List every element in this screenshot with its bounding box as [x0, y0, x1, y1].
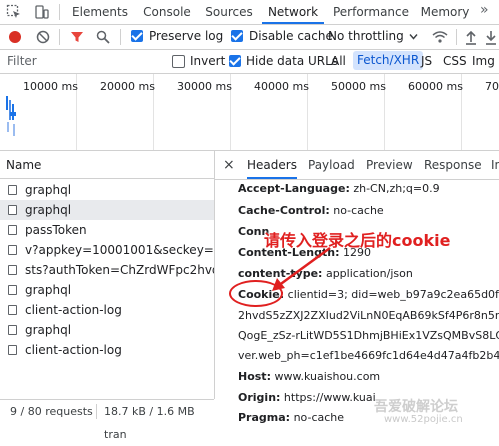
divider [59, 29, 60, 45]
filter-input[interactable]: Filter [7, 54, 37, 68]
file-icon [8, 265, 17, 275]
header-row: Accept-Language: zh-CN,zh;q=0.9 [238, 182, 440, 195]
filter-type-all[interactable]: All [331, 54, 346, 68]
request-name: graphql [25, 203, 72, 217]
filter-type-js[interactable]: JS [421, 54, 432, 68]
file-icon [8, 225, 17, 235]
invert-label[interactable]: Invert [190, 54, 225, 68]
header-row: Origin: https://www.kuai [238, 391, 376, 404]
request-row[interactable]: v?appkey=10001001&seckey=f2ff... [0, 240, 214, 260]
filter-type-img[interactable]: Img [472, 54, 495, 68]
timeline-tick-label: 50000 ms [331, 80, 386, 93]
request-list: Name graphql graphql passToken v?appkey=… [0, 151, 215, 399]
tab-payload[interactable]: Payload [308, 151, 355, 179]
devtools-tab-bar: Elements Console Sources Network Perform… [0, 0, 499, 25]
name-column-header[interactable]: Name [0, 151, 214, 179]
status-bar: 9 / 80 requests 18.7 kB / 1.6 MB tran [0, 399, 214, 441]
filter-icon[interactable] [70, 30, 84, 44]
cookie-value-continuation: QogE_zSz-rLitWD5S1DhmjBHiEx1VZsQMBvS8LQ5… [238, 329, 499, 342]
timeline-tick-label: 30000 ms [177, 80, 232, 93]
file-icon [8, 345, 17, 355]
request-row[interactable]: client-action-log [0, 340, 214, 360]
disable-cache-checkbox[interactable] [231, 30, 243, 42]
request-name: v?appkey=10001001&seckey=f2ff... [25, 243, 214, 257]
divider [96, 404, 97, 419]
request-row[interactable]: client-action-log [0, 300, 214, 320]
cookie-value-continuation: ver.web_ph=c1ef1be4669fc1d64e4d47a4fb2b4… [238, 349, 499, 362]
timeline-tick-label: 60000 ms [408, 80, 463, 93]
timeline-tick-label: 10000 ms [23, 80, 78, 93]
filter-row: Filter Invert Hide data URLs All Fetch/X… [0, 50, 499, 74]
request-name: graphql [25, 323, 72, 337]
divider [59, 4, 60, 20]
header-row: Pragma: no-cache [238, 411, 345, 424]
request-row[interactable]: passToken [0, 220, 214, 240]
device-toolbar-icon[interactable] [34, 4, 50, 20]
file-icon [8, 325, 17, 335]
request-row[interactable]: graphql [0, 180, 214, 200]
network-conditions-icon[interactable] [432, 29, 448, 45]
request-row[interactable]: graphql [0, 320, 214, 340]
tab-initiator[interactable]: In [491, 151, 499, 179]
request-name: graphql [25, 283, 72, 297]
network-toolbar: Preserve log Disable cache No throttling [0, 25, 499, 50]
timeline-tick-label: 70 [485, 80, 499, 93]
file-icon [8, 185, 17, 195]
detail-tab-bar: × Headers Payload Preview Response In [215, 151, 499, 180]
request-name: graphql [25, 183, 72, 197]
file-icon [8, 305, 17, 315]
hide-data-urls-checkbox[interactable] [229, 55, 241, 67]
timeline-tick-label: 20000 ms [100, 80, 155, 93]
filter-type-css[interactable]: CSS [443, 54, 467, 68]
filter-type-fetch-xhr[interactable]: Fetch/XHR [353, 51, 424, 70]
tab-network[interactable]: Network [262, 0, 324, 24]
header-row: Cache-Control: no-cache [238, 204, 384, 217]
cookie-value-continuation: 2hvdS5zZXJ2ZXIud2ViLnN0EqAB69kSf4P6r8n5r… [238, 309, 499, 322]
disable-cache-label[interactable]: Disable cache [249, 29, 333, 43]
file-icon [8, 205, 17, 215]
request-row[interactable]: sts?authToken=ChZrdWFpc2hvdS... [0, 260, 214, 280]
file-icon [8, 245, 17, 255]
tab-elements[interactable]: Elements [68, 0, 132, 24]
watermark: 吾爱破解论坛 [374, 399, 458, 415]
request-count: 9 / 80 requests [10, 405, 93, 418]
tab-response[interactable]: Response [424, 151, 482, 179]
overview-timeline[interactable]: 10000 ms 20000 ms 30000 ms 40000 ms 5000… [0, 74, 499, 151]
preserve-log-checkbox[interactable] [131, 30, 143, 42]
timeline-tick-label: 40000 ms [254, 80, 309, 93]
record-icon[interactable] [8, 30, 22, 44]
tab-memory[interactable]: Memory [418, 0, 472, 24]
request-name: passToken [25, 223, 87, 237]
watermark-url: www.52pojie.cn [384, 414, 463, 425]
throttling-select[interactable]: No throttling [328, 29, 404, 43]
tab-headers[interactable]: Headers [247, 151, 297, 179]
request-bars [6, 96, 16, 136]
invert-checkbox[interactable] [172, 55, 185, 68]
request-name: client-action-log [25, 303, 122, 317]
tab-performance[interactable]: Performance [331, 0, 411, 24]
request-row-selected[interactable]: graphql [0, 200, 214, 220]
request-row[interactable]: graphql [0, 280, 214, 300]
close-icon[interactable]: × [223, 151, 235, 179]
preserve-log-label[interactable]: Preserve log [149, 29, 223, 43]
divider [120, 29, 121, 45]
inspect-element-icon[interactable] [6, 4, 22, 20]
request-name: client-action-log [25, 343, 122, 357]
request-name: sts?authToken=ChZrdWFpc2hvdS... [25, 263, 214, 277]
tab-preview[interactable]: Preview [366, 151, 413, 179]
tab-console[interactable]: Console [138, 0, 196, 24]
clear-icon[interactable] [36, 30, 50, 44]
transferred-size: 18.7 kB / 1.6 MB tran [104, 405, 195, 441]
file-icon [8, 285, 17, 295]
annotation-circle [229, 280, 283, 307]
search-icon[interactable] [96, 30, 110, 44]
import-har-icon[interactable] [464, 29, 478, 45]
more-tabs-icon[interactable]: » [480, 2, 489, 18]
hide-data-urls-label[interactable]: Hide data URLs [246, 54, 338, 68]
header-row: Host: www.kuaishou.com [238, 370, 381, 383]
tab-sources[interactable]: Sources [203, 0, 255, 24]
divider [456, 29, 457, 45]
chevron-down-icon[interactable] [409, 32, 418, 41]
export-har-icon[interactable] [484, 29, 498, 45]
